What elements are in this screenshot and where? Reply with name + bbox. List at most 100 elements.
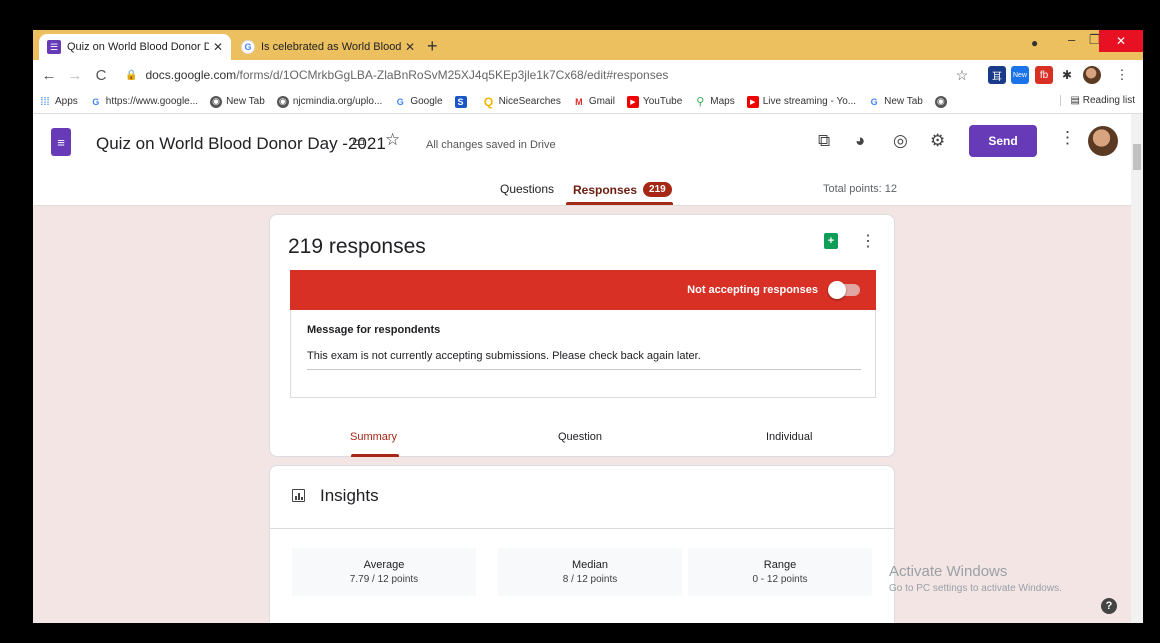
- bookmark-globe[interactable]: ◉: [934, 95, 951, 108]
- message-title: Message for respondents: [307, 324, 441, 336]
- puzzle-icon[interactable]: ✱: [1058, 66, 1076, 84]
- youtube-icon: ▶: [746, 95, 759, 108]
- browser-tab-active[interactable]: ☰ Quiz on World Blood Donor Day ✕: [39, 34, 231, 60]
- bookmark-apps[interactable]: ⁞⁞⁞ Apps: [39, 95, 77, 108]
- form-title[interactable]: Quiz on World Blood Donor Day -2021: [96, 134, 386, 154]
- profile-icon[interactable]: ●: [1031, 36, 1038, 50]
- more-options-icon[interactable]: ⋮: [1059, 128, 1076, 148]
- toggle-knob: [828, 281, 846, 299]
- bookmark-nicesearches[interactable]: Q NiceSearches: [483, 94, 561, 109]
- apps-grid-icon: ⁞⁞⁞: [40, 95, 50, 108]
- tab-responses-label: Responses: [573, 182, 638, 197]
- forward-button[interactable]: →: [65, 67, 85, 84]
- url-path: /forms/d/1OCMrkbGgLBA-ZlaBnRoSvM25XJ4q5K…: [236, 68, 669, 82]
- close-icon[interactable]: ✕: [405, 40, 415, 54]
- menu-kebab-icon[interactable]: ⋮: [1113, 66, 1131, 84]
- tab-questions[interactable]: Questions: [500, 182, 554, 196]
- bookmark-live-streaming[interactable]: ▶ Live streaming - Yo...: [746, 95, 856, 108]
- stat-average: Average 7.79 / 12 points: [292, 548, 476, 596]
- new-tab-button[interactable]: +: [427, 36, 438, 57]
- bookmark-youtube[interactable]: ▶ YouTube: [626, 95, 682, 108]
- browser-toolbar: ← → C 🔒 docs.google.com/forms/d/1OCMrkbG…: [33, 60, 1143, 90]
- bookmark-maps[interactable]: ⚲ Maps: [694, 96, 734, 108]
- bookmark-gmail[interactable]: M Gmail: [573, 96, 615, 108]
- youtube-icon: ▶: [626, 95, 639, 108]
- bookmark-star-icon[interactable]: ☆: [953, 66, 971, 84]
- send-button[interactable]: Send: [969, 125, 1037, 157]
- tab-strip: ☰ Quiz on World Blood Donor Day ✕ G Is c…: [33, 30, 1143, 60]
- profile-avatar-icon[interactable]: [1083, 66, 1101, 84]
- responses-card: 219 responses + ⋮ Not accepting response…: [269, 214, 895, 457]
- scrollbar-thumb[interactable]: [1133, 144, 1141, 170]
- search-icon: Q: [483, 94, 494, 109]
- extension-new-icon[interactable]: New: [1011, 66, 1029, 84]
- stat-label: Average: [363, 559, 405, 571]
- stat-value: 0 - 12 points: [752, 574, 808, 585]
- active-subtab-indicator: [351, 454, 399, 457]
- bookmark-njcmindia[interactable]: ◉ njcmindia.org/uplo...: [276, 95, 382, 108]
- star-icon[interactable]: ☆: [385, 130, 400, 150]
- close-icon[interactable]: ✕: [213, 40, 223, 54]
- insights-title: Insights: [320, 486, 379, 505]
- page-scrollbar[interactable]: [1131, 114, 1143, 623]
- tab-responses[interactable]: Responses 219: [573, 182, 672, 197]
- watermark-title: Activate Windows: [889, 563, 1008, 580]
- back-button[interactable]: ←: [39, 67, 59, 84]
- sheets-icon[interactable]: +: [824, 233, 838, 249]
- window-close-button[interactable]: ✕: [1099, 30, 1143, 52]
- save-status: All changes saved in Drive: [426, 139, 556, 151]
- google-g-icon: G: [396, 96, 404, 107]
- subtab-summary[interactable]: Summary: [350, 431, 397, 443]
- message-text[interactable]: This exam is not currently accepting sub…: [307, 350, 701, 362]
- help-icon[interactable]: ?: [1101, 598, 1117, 614]
- responses-count-badge: 219: [643, 182, 672, 197]
- lock-icon: 🔒: [125, 69, 138, 81]
- message-underline: [307, 369, 861, 370]
- watermark-subtitle: Go to PC settings to activate Windows.: [889, 583, 1062, 594]
- folder-icon[interactable]: ▭: [352, 133, 365, 150]
- addons-puzzle-icon[interactable]: ⧉: [818, 131, 830, 151]
- browser-tab[interactable]: G Is celebrated as World Blood Do ✕: [233, 34, 423, 60]
- address-bar[interactable]: 🔒 docs.google.com/forms/d/1OCMrkbGgLBA-Z…: [121, 64, 1021, 86]
- responses-heading: 219 responses: [288, 235, 426, 258]
- subtab-individual[interactable]: Individual: [766, 431, 812, 443]
- extension-icon[interactable]: 耳: [988, 66, 1006, 84]
- bookmark-new-tab-2[interactable]: G New Tab: [868, 96, 923, 108]
- settings-gear-icon[interactable]: ⚙: [930, 131, 945, 151]
- accepting-status-label: Not accepting responses: [687, 284, 818, 296]
- extension-red-icon[interactable]: fb: [1035, 66, 1053, 84]
- google-g-icon: G: [241, 40, 255, 54]
- gmail-icon: M: [575, 96, 583, 107]
- preview-eye-icon[interactable]: ◎: [893, 131, 908, 151]
- subtab-question[interactable]: Question: [558, 431, 602, 443]
- google-g-icon: G: [92, 96, 100, 107]
- palette-icon[interactable]: ◕: [855, 131, 865, 151]
- bookmark-google[interactable]: G Google: [394, 96, 443, 108]
- reading-list-button[interactable]: ▤ Reading list: [1059, 95, 1135, 106]
- tab-title: Quiz on World Blood Donor Day: [67, 41, 209, 53]
- bookmark-google-url[interactable]: Ghttps://www.google...: [90, 96, 198, 108]
- divider: [270, 528, 894, 529]
- more-options-icon[interactable]: ⋮: [860, 231, 876, 251]
- activate-windows-watermark: Activate Windows Go to PC settings to ac…: [889, 563, 1062, 594]
- accepting-responses-toggle[interactable]: [828, 281, 860, 299]
- reload-button[interactable]: C: [91, 67, 111, 84]
- not-accepting-banner: Not accepting responses: [290, 270, 876, 310]
- insights-card: Insights Average 7.79 / 12 points Median…: [269, 465, 895, 623]
- globe-icon: ◉: [210, 95, 223, 108]
- minimize-icon[interactable]: –: [1068, 32, 1075, 47]
- stat-value: 8 / 12 points: [562, 574, 618, 585]
- stat-median: Median 8 / 12 points: [498, 548, 682, 596]
- globe-icon: ◉: [934, 95, 947, 108]
- form-tabs: Questions Responses 219 Total points: 12: [33, 174, 1131, 206]
- maps-icon: ⚲: [696, 96, 705, 108]
- respondent-message-box: Message for respondents This exam is not…: [290, 310, 876, 398]
- bookmark-new-tab[interactable]: ◉ New Tab: [210, 95, 265, 108]
- bookmarks-bar: ⁞⁞⁞ Apps Ghttps://www.google... ◉ New Tab …: [33, 90, 1143, 114]
- bookmark-s[interactable]: S: [454, 95, 471, 108]
- total-points: Total points: 12: [823, 183, 897, 195]
- forms-logo-icon[interactable]: ≡: [51, 128, 71, 156]
- avatar[interactable]: [1088, 126, 1118, 156]
- globe-icon: ◉: [276, 95, 289, 108]
- active-tab-indicator: [566, 202, 673, 205]
